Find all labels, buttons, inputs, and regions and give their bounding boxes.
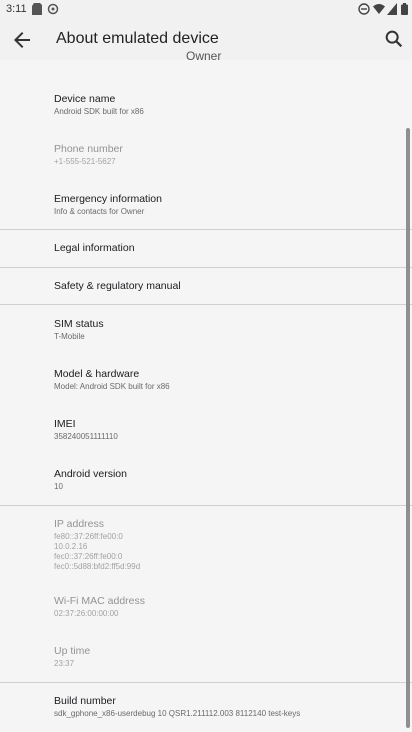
item-subtitle: 358240051111110 [54,432,118,441]
wifi-icon [373,4,385,14]
item-title: Android version [54,468,127,480]
scrollbar[interactable] [406,128,410,728]
divider [0,505,412,506]
item-subtitle-line: fe80::37:26ff:fe00:0 [54,532,123,541]
item-title: Up time [54,645,91,657]
owner-header-fragment: Owner [186,49,222,63]
list-item-emergency-information[interactable]: Emergency information Info & contacts fo… [54,193,162,217]
list-item-legal-information[interactable]: Legal information [54,242,135,255]
sync-icon [47,3,59,15]
list-item-wifi-mac-address: Wi-Fi MAC address 02:37:26:00:00:00 [54,595,145,619]
page-title: About emulated device [56,30,219,47]
signal-icon [387,3,397,15]
item-title: Wi-Fi MAC address [54,595,146,607]
item-subtitle: sdk_gphone_x86-userdebug 10 QSR1.211112.… [54,709,301,718]
list-item-safety-regulatory-manual[interactable]: Safety & regulatory manual [54,280,181,293]
item-subtitle: T-Mobile [54,332,85,341]
item-title: Emergency information [54,193,162,205]
item-subtitle: 23:37 [54,659,75,668]
item-subtitle: Info & contacts for Owner [54,207,145,216]
divider [0,267,412,268]
back-arrow-icon[interactable] [10,28,34,52]
list-item-ip-address: IP address fe80::37:26ff:fe00:0 10.0.2.1… [54,518,140,572]
list-item-android-version[interactable]: Android version 10 [54,468,127,492]
status-time: 3:11 [6,3,27,15]
item-subtitle-line: 10.0.2.16 [54,542,88,551]
list-item-model-hardware[interactable]: Model & hardware Model: Android SDK buil… [54,368,170,392]
dnd-icon [358,3,370,15]
item-title: Phone number [54,143,123,155]
item-title: Safety & regulatory manual [54,280,181,292]
list-item-device-name[interactable]: Device name Android SDK built for x86 [54,93,144,117]
list-item-build-number[interactable]: Build number sdk_gphone_x86-userdebug 10… [54,695,300,719]
battery-icon [401,3,408,15]
item-subtitle-line: fec0::5d88:bfd2:ff5d:99d [54,562,141,571]
item-subtitle-line: fec0::37:26ff:fe00:0 [54,552,123,561]
divider [0,682,412,683]
item-subtitle: 10 [54,482,63,491]
list-item-phone-number: Phone number +1-555-521-5627 [54,143,123,167]
list-item-imei[interactable]: IMEI 358240051111110 [54,418,118,442]
item-title: IP address [54,518,105,530]
list-item-sim-status[interactable]: SIM status T-Mobile [54,318,104,342]
divider [0,304,412,305]
item-title: IMEI [54,418,76,430]
item-subtitle: +1-555-521-5627 [54,157,116,166]
item-title: SIM status [54,318,104,330]
item-title: Device name [54,93,116,105]
item-subtitle: Android SDK built for x86 [54,107,144,116]
item-title: Legal information [54,242,135,254]
item-subtitle: 02:37:26:00:00:00 [54,609,119,618]
divider [0,229,412,230]
sd-card-icon [32,3,42,15]
item-title: Model & hardware [54,368,140,380]
search-icon[interactable] [383,28,405,50]
item-subtitle: Model: Android SDK built for x86 [54,382,170,391]
item-title: Build number [54,695,116,707]
list-item-up-time: Up time 23:37 [54,645,90,669]
status-bar: 3:11 [0,0,412,20]
